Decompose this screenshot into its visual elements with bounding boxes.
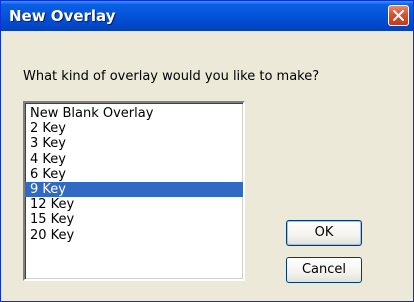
title-bar[interactable]: New Overlay bbox=[1, 1, 413, 31]
list-item-selected[interactable]: 9 Key bbox=[25, 181, 243, 198]
overlay-type-list[interactable]: New Blank Overlay 2 Key 3 Key 4 Key 6 Ke… bbox=[23, 101, 245, 281]
list-item[interactable]: 20 Key bbox=[25, 228, 243, 243]
cancel-button[interactable]: Cancel bbox=[286, 257, 362, 283]
close-button[interactable] bbox=[388, 5, 409, 26]
list-item[interactable]: 12 Key bbox=[25, 197, 243, 212]
list-item[interactable]: New Blank Overlay bbox=[25, 106, 243, 121]
list-item[interactable]: 15 Key bbox=[25, 212, 243, 227]
close-icon bbox=[393, 10, 404, 21]
list-item[interactable]: 6 Key bbox=[25, 167, 243, 182]
ok-button[interactable]: OK bbox=[286, 220, 362, 246]
list-item[interactable]: 4 Key bbox=[25, 152, 243, 167]
list-item[interactable]: 2 Key bbox=[25, 121, 243, 136]
new-overlay-dialog: New Overlay What kind of overlay would y… bbox=[0, 0, 414, 302]
window-title: New Overlay bbox=[9, 7, 116, 25]
list-item[interactable]: 3 Key bbox=[25, 136, 243, 151]
dialog-prompt: What kind of overlay would you like to m… bbox=[23, 69, 320, 84]
